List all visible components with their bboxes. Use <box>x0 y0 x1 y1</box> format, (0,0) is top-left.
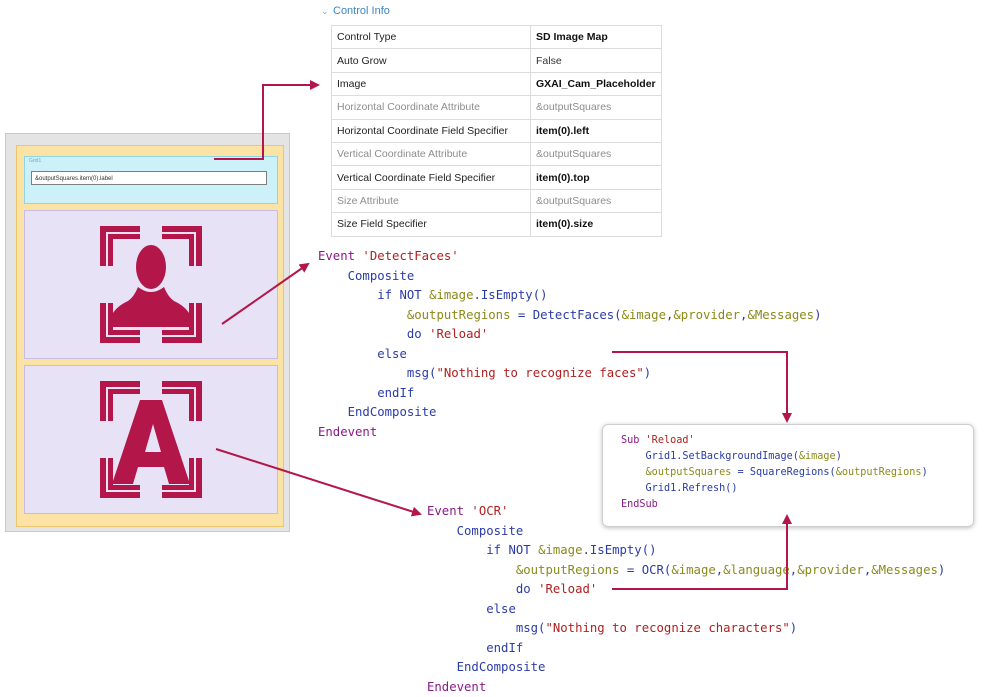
connector-arrows <box>0 0 987 693</box>
arrow-face-to-detect-event <box>222 264 308 324</box>
arrow-detect-reload-to-sub <box>612 352 787 421</box>
arrow-grid-to-control-info <box>214 85 318 159</box>
arrow-ocr-to-ocr-event <box>216 449 420 514</box>
arrow-ocr-reload-to-sub <box>612 516 787 589</box>
